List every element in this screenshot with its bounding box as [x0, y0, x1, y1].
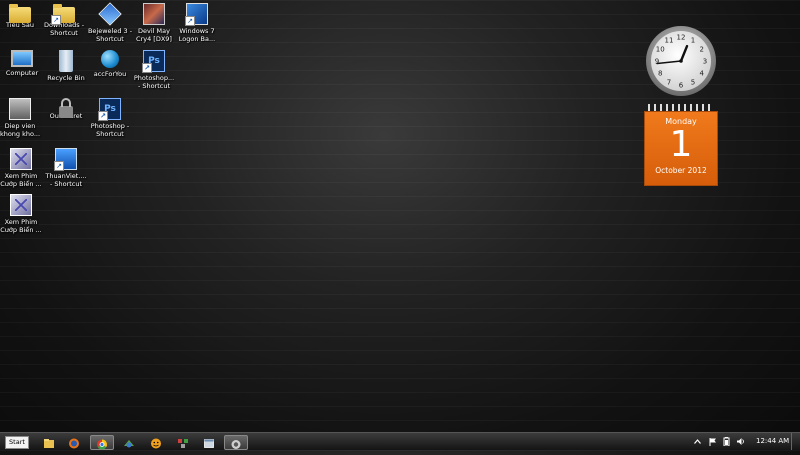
- clock-numeral: 7: [667, 78, 671, 86]
- clock-numeral: 8: [658, 70, 662, 78]
- chevron-up-icon[interactable]: [693, 437, 702, 446]
- window-icon: [204, 439, 214, 448]
- clock-center: [679, 59, 683, 63]
- calendar-day: 1: [669, 124, 693, 165]
- desktop-icon-label: Downloads - Shortcut: [43, 21, 85, 37]
- taskbar-window-button[interactable]: [202, 435, 216, 448]
- show-desktop-button[interactable]: [791, 433, 800, 450]
- desktop-icon-label: Diep vien khong kho...: [0, 122, 41, 138]
- recycle-bin-icon: [59, 50, 73, 72]
- clock-numeral: 9: [655, 58, 659, 66]
- desktop-icon-accforyou[interactable]: accForYou: [87, 50, 133, 78]
- desktop-icon-label: Photoshop - Shortcut: [90, 122, 130, 138]
- clock-gadget[interactable]: 12 12 3 45678 9 1011: [645, 25, 717, 97]
- thuanviet-icon: [54, 148, 77, 171]
- xem-phim-icon: [10, 194, 32, 216]
- taskbar-explorer-button[interactable]: [42, 435, 56, 448]
- volume-icon[interactable]: [736, 437, 745, 446]
- taskbar-app2-button[interactable]: [176, 435, 190, 448]
- firefox-icon: [69, 438, 79, 449]
- app-icon: [124, 440, 134, 448]
- desktop-icon-tieu-sau[interactable]: Tiểu Sầu: [0, 3, 43, 29]
- desktop-icon-recycle-bin[interactable]: Recycle Bin: [43, 50, 89, 82]
- clock-numeral: 2: [700, 46, 704, 54]
- taskbar-clock[interactable]: 12:44 AM: [756, 437, 789, 445]
- computer-icon: [11, 50, 33, 67]
- clock-numeral: 3: [703, 58, 707, 66]
- clock-numeral: 5: [691, 78, 695, 86]
- bejeweled-icon: [98, 2, 122, 26]
- windows-logon-icon: [185, 3, 208, 26]
- desktop[interactable]: Tiểu Sầu Downloads - Shortcut Bejeweled …: [0, 0, 800, 432]
- folder-icon: [9, 4, 31, 23]
- desktop-icon-oursecret[interactable]: OurSecret: [43, 98, 89, 120]
- clock-numeral: 10: [656, 46, 665, 54]
- taskbar: Start 12:44 AM: [0, 432, 800, 450]
- desktop-icon-label: Windows 7 Logon Ba...: [178, 27, 216, 43]
- desktop-icon-thuanviet[interactable]: ThuanViet.... - Shortcut: [43, 148, 89, 188]
- photoshop-icon: Ps: [98, 98, 121, 121]
- desktop-icon-bejeweled[interactable]: Bejeweled 3 - Shortcut: [87, 2, 133, 43]
- taskbar-emoticon-button[interactable]: [149, 435, 163, 449]
- desktop-icon-label: Xem Phim Cướp Biển ...: [0, 218, 42, 234]
- clock-numeral: 6: [679, 82, 684, 90]
- desktop-icon-xem-phim-1[interactable]: Xem Phim Cướp Biển ...: [0, 148, 44, 188]
- photoshop-icon: Ps: [142, 50, 165, 73]
- devil-may-cry-icon: [143, 3, 165, 25]
- desktop-icon-label: Photoshop... - Shortcut: [133, 74, 175, 90]
- downloads-folder-icon: [51, 4, 75, 25]
- desktop-icon-downloads-shortcut[interactable]: Downloads - Shortcut: [41, 3, 87, 37]
- clock-numeral: 12: [677, 34, 686, 42]
- xem-phim-icon: [10, 148, 32, 170]
- taskbar-active-app-button[interactable]: [224, 435, 248, 450]
- desktop-icon-label: ThuanViet.... - Shortcut: [45, 172, 87, 188]
- desktop-icon-diep-vien[interactable]: Diep vien khong kho...: [0, 98, 43, 138]
- active-app-icon: [231, 440, 241, 449]
- globe-icon: [101, 50, 119, 68]
- emoticon-icon: [151, 438, 161, 449]
- chrome-icon: [97, 439, 107, 450]
- calendar-month-year: October 2012: [655, 166, 707, 175]
- flag-icon[interactable]: [708, 437, 717, 446]
- taskbar-app-button[interactable]: [122, 435, 136, 448]
- clock-numeral: 4: [700, 70, 705, 78]
- movie-icon: [9, 98, 31, 120]
- desktop-icon-photoshop-shortcut-2[interactable]: Ps Photoshop - Shortcut: [87, 98, 133, 138]
- start-button[interactable]: Start: [5, 436, 29, 449]
- clock-numeral: 11: [665, 37, 674, 45]
- desktop-icon-windows-logon[interactable]: Windows 7 Logon Ba...: [174, 3, 220, 43]
- desktop-icon-computer[interactable]: Computer: [0, 50, 45, 77]
- calendar-page: Monday 1 October 2012: [644, 111, 718, 186]
- taskbar-firefox-button[interactable]: [67, 435, 81, 449]
- desktop-icon-xem-phim-2[interactable]: Xem Phim Cướp Biển ...: [0, 194, 44, 234]
- taskbar-chrome-button[interactable]: [90, 435, 114, 450]
- app2-icon: [178, 439, 188, 448]
- desktop-icon-photoshop-shortcut-1[interactable]: Ps Photoshop... - Shortcut: [131, 50, 177, 90]
- clock-numeral: 1: [691, 37, 695, 45]
- calendar-gadget[interactable]: Monday 1 October 2012: [644, 104, 718, 186]
- lock-icon: [59, 98, 73, 118]
- battery-icon[interactable]: [722, 437, 731, 446]
- explorer-icon: [44, 439, 54, 448]
